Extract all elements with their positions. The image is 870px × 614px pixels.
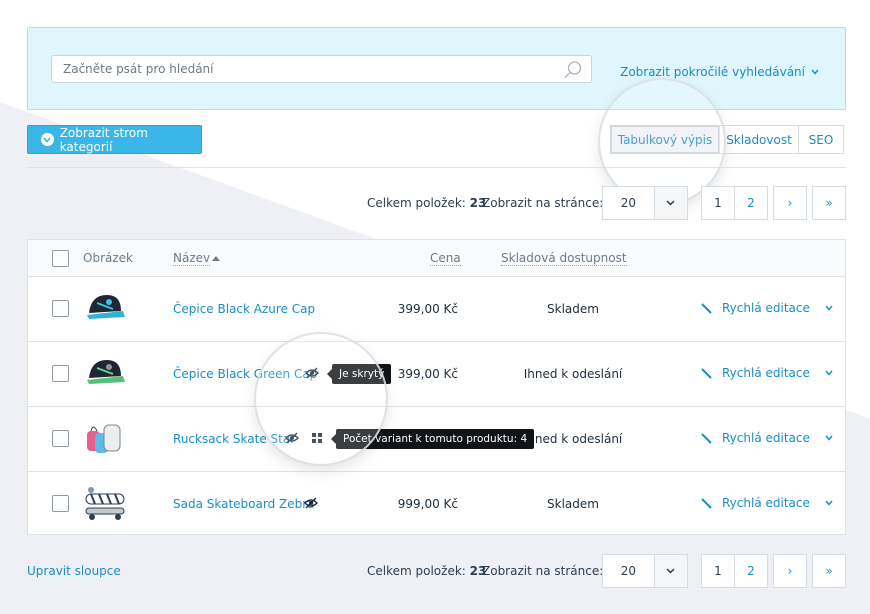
- per-page-value: 20: [620, 564, 637, 578]
- hidden-eye-icon[interactable]: [285, 431, 299, 445]
- show-category-tree-button[interactable]: Zobrazit strom kategorií: [27, 125, 202, 154]
- hidden-eye-icon[interactable]: [304, 496, 318, 510]
- tab-table-view[interactable]: Tabulkový výpis: [610, 125, 720, 154]
- product-table: Obrázek Název Cena Skladová dostupnost Č…: [27, 239, 846, 535]
- quick-edit-button[interactable]: Rychlá editace: [700, 496, 833, 510]
- header-image: Obrázek: [83, 251, 133, 265]
- product-price: 399,00 Kč: [397, 302, 458, 316]
- product-price: 399,00 Kč: [397, 367, 458, 381]
- table-header: Obrázek Název Cena Skladová dostupnost: [28, 240, 845, 277]
- sort-asc-icon: [212, 256, 220, 261]
- product-name-link[interactable]: Čepice Black Green Cap: [173, 367, 317, 381]
- search-panel: Zobrazit pokročilé vyhledávání: [27, 27, 846, 110]
- show-category-tree-label: Zobrazit strom kategorií: [59, 125, 148, 154]
- product-thumbnail[interactable]: [83, 354, 127, 394]
- header-price[interactable]: Cena: [430, 251, 461, 266]
- chevron-down-icon: [825, 305, 833, 311]
- header-name[interactable]: Název: [173, 251, 211, 266]
- search-input[interactable]: [63, 62, 553, 76]
- quick-edit-label: Rychlá editace: [722, 496, 810, 510]
- page-2-button[interactable]: 2: [734, 554, 768, 588]
- search-box[interactable]: [51, 55, 592, 83]
- product-name-link[interactable]: Sada Skateboard Zebra: [173, 497, 315, 511]
- chevron-down-icon[interactable]: [653, 187, 687, 219]
- quick-edit-label: Rychlá editace: [722, 431, 810, 445]
- quick-edit-button[interactable]: Rychlá editace: [700, 301, 833, 315]
- table-row: Čepice Black Green Cap Je skrytý 399,00 …: [28, 342, 845, 407]
- last-page-button[interactable]: »: [812, 186, 846, 220]
- tab-seo[interactable]: SEO: [798, 125, 844, 154]
- pager-bottom: Celkem položek: 23 Zobrazit na stránce: …: [0, 554, 870, 588]
- pencil-icon: [701, 302, 712, 314]
- advanced-search-label: Zobrazit pokročilé vyhledávání: [620, 65, 805, 79]
- product-thumbnail[interactable]: [83, 289, 127, 329]
- chevron-down-icon: [825, 435, 833, 441]
- chevron-down-icon: [825, 500, 833, 506]
- pencil-icon: [701, 367, 712, 379]
- pagination: 1 2 › »: [701, 186, 846, 220]
- per-page-select[interactable]: 20: [602, 186, 688, 220]
- page-1-button[interactable]: 1: [701, 186, 735, 220]
- chevron-down-icon[interactable]: [653, 555, 687, 587]
- chevron-down-icon: [811, 69, 819, 75]
- view-tabs: Tabulkový výpis Skladovost SEO: [610, 125, 844, 154]
- product-name-link[interactable]: Čepice Black Azure Cap: [173, 302, 315, 316]
- page-2-button[interactable]: 2: [734, 186, 768, 220]
- total-items: Celkem položek: 23: [367, 196, 486, 210]
- pencil-icon: [701, 497, 712, 509]
- pencil-icon: [701, 432, 712, 444]
- chevron-down-circle-icon: [41, 133, 54, 146]
- per-page-select[interactable]: 20: [602, 554, 688, 588]
- variants-tooltip: Počet variant k tomuto produktu: 4: [330, 429, 535, 449]
- product-stock: Skladem: [547, 302, 599, 316]
- table-row: Čepice Black Azure Cap 399,00 Kč Skladem…: [28, 277, 845, 342]
- pagination: 1 2 › »: [701, 554, 846, 588]
- select-all-checkbox[interactable]: [52, 250, 69, 267]
- quick-edit-button[interactable]: Rychlá editace: [700, 431, 833, 445]
- chevron-down-icon: [825, 370, 833, 376]
- tab-stock[interactable]: Skladovost: [719, 125, 799, 154]
- next-page-button[interactable]: ›: [773, 186, 807, 220]
- product-thumbnail[interactable]: [83, 419, 127, 459]
- row-checkbox[interactable]: [52, 365, 69, 382]
- divider: [27, 167, 846, 168]
- quick-edit-button[interactable]: Rychlá editace: [700, 366, 833, 380]
- product-price: 999,00 Kč: [397, 497, 458, 511]
- table-row: Sada Skateboard Zebra 999,00 Kč Skladem …: [28, 472, 845, 537]
- product-name-link[interactable]: Rucksack Skate Star: [173, 432, 295, 446]
- row-checkbox[interactable]: [52, 430, 69, 447]
- quick-edit-label: Rychlá editace: [722, 366, 810, 380]
- header-name-label: Název: [173, 251, 211, 265]
- product-stock: Ihned k odeslání: [523, 367, 623, 381]
- total-items: Celkem položek: 23: [367, 564, 486, 578]
- table-row: Rucksack Skate Star Ihned k odeslání Poč…: [28, 407, 845, 472]
- advanced-search-link[interactable]: Zobrazit pokročilé vyhledávání: [620, 65, 819, 79]
- total-items-label: Celkem položek:: [367, 196, 466, 210]
- product-thumbnail[interactable]: [83, 484, 127, 524]
- page-1-button[interactable]: 1: [701, 554, 735, 588]
- per-page-value: 20: [620, 196, 637, 210]
- hidden-tooltip: Je skrytý: [326, 364, 392, 384]
- per-page-label: Zobrazit na stránce:: [482, 196, 604, 210]
- search-icon[interactable]: [563, 60, 583, 80]
- hidden-eye-icon[interactable]: [305, 366, 319, 380]
- product-stock: Skladem: [547, 497, 599, 511]
- per-page-label: Zobrazit na stránce:: [482, 564, 604, 578]
- last-page-button[interactable]: »: [812, 554, 846, 588]
- header-stock[interactable]: Skladová dostupnost: [501, 251, 627, 266]
- row-checkbox[interactable]: [52, 300, 69, 317]
- next-page-button[interactable]: ›: [773, 554, 807, 588]
- pager-top: Celkem položek: 23 Zobrazit na stránce: …: [0, 186, 870, 220]
- variants-grid-icon[interactable]: [312, 433, 322, 443]
- total-items-label: Celkem položek:: [367, 564, 466, 578]
- quick-edit-label: Rychlá editace: [722, 301, 810, 315]
- row-checkbox[interactable]: [52, 495, 69, 512]
